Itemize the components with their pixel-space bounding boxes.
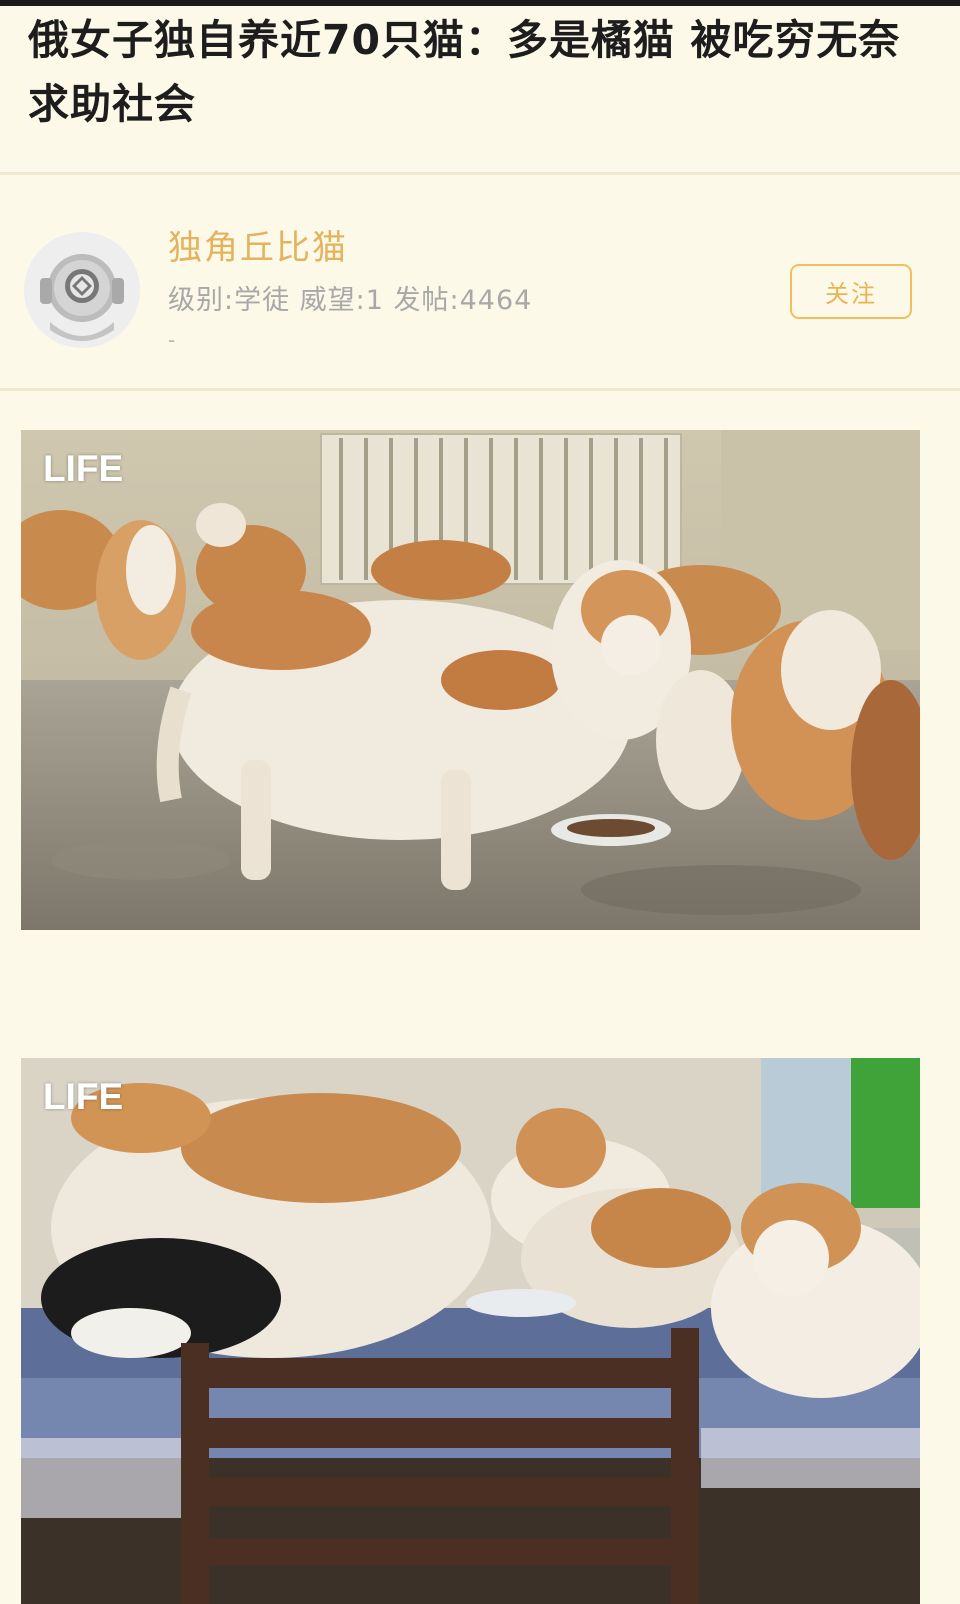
author-sub: - [168, 328, 176, 352]
post-page: 俄女子独自养近70只猫：多是橘猫 被吃穷无奈求助社会 独角丘比猫 级别:学徒 威… [0, 0, 960, 1604]
author-stats: 级别:学徒 威望:1 发帖:4464 [168, 285, 533, 316]
author-name[interactable]: 独角丘比猫 [168, 220, 348, 269]
cats-feeding-photo [21, 430, 920, 930]
follow-button[interactable]: 关注 [790, 264, 912, 319]
image-watermark-1: LIFE [43, 448, 124, 489]
post-title: 俄女子独自养近70只猫：多是橘猫 被吃穷无奈求助社会 [28, 16, 901, 128]
post-image-2[interactable]: LIFE [21, 1058, 920, 1604]
avatar[interactable] [22, 230, 142, 350]
title-divider [0, 172, 960, 175]
diving-helmet-icon [24, 232, 140, 348]
cats-on-table-photo [21, 1058, 920, 1604]
post-image-1[interactable]: LIFE [21, 430, 920, 930]
author-card: 独角丘比猫 级别:学徒 威望:1 发帖:4464 - 关注 [0, 182, 960, 394]
author-divider [0, 388, 960, 391]
status-strip [0, 0, 960, 6]
image-watermark-2: LIFE [43, 1076, 124, 1117]
